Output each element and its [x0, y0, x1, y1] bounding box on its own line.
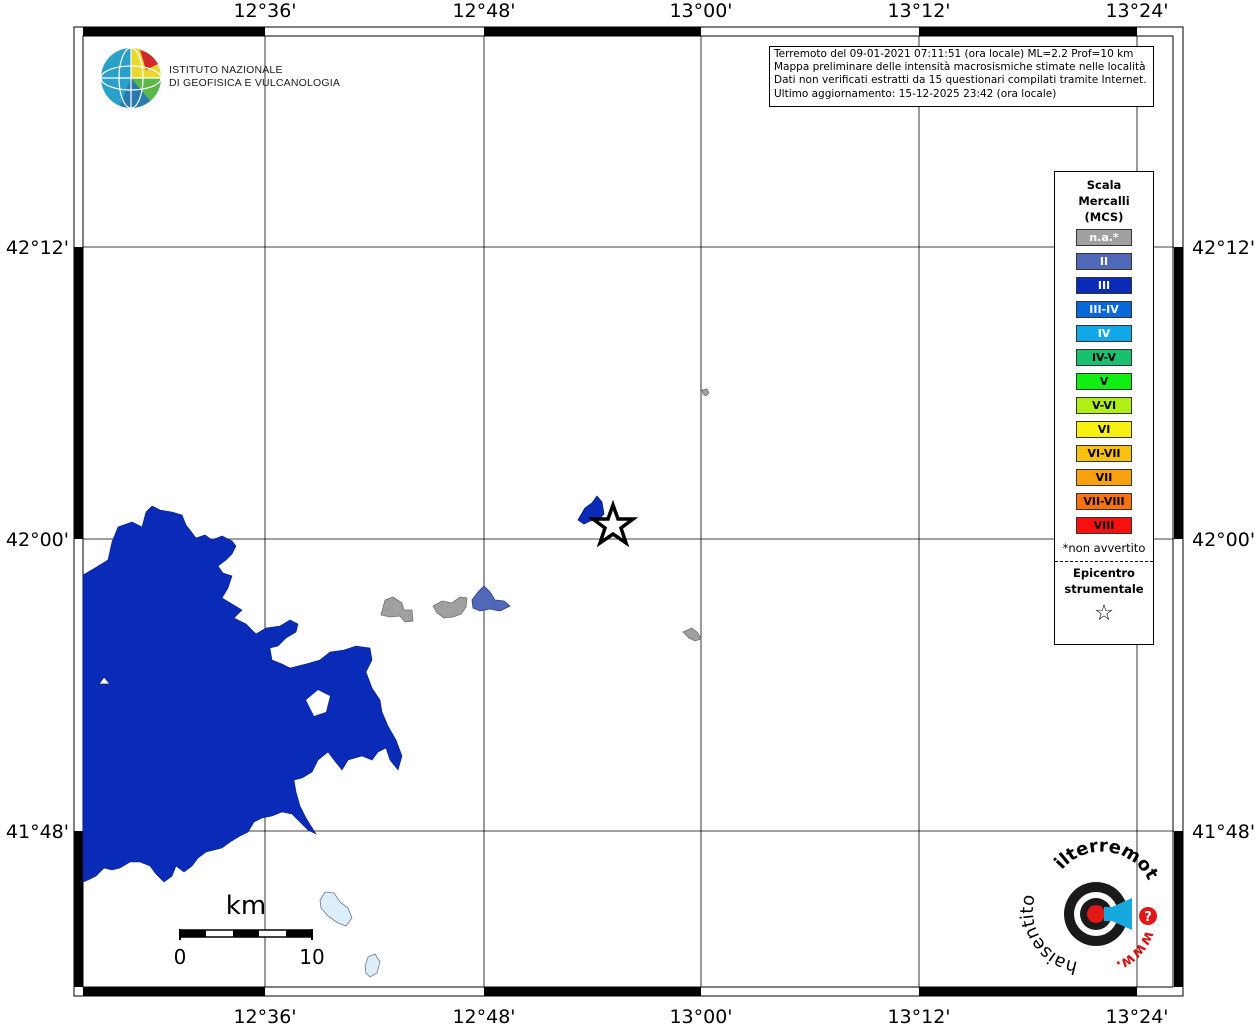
frame-border-bars	[74, 27, 1183, 996]
lon-label: 13°00'	[669, 1006, 732, 1024]
map-inner-frame	[82, 35, 1174, 988]
lat-label: 42°00'	[1192, 529, 1255, 551]
ingv-globe-icon	[100, 47, 162, 109]
lat-labels-right: 42°12' 42°00' 41°48'	[1192, 237, 1255, 843]
event-info-line: Mappa preliminare delle intensità macros…	[774, 61, 1146, 74]
epicenter-star-icon: ☆	[1094, 601, 1114, 626]
legend-item: III	[1076, 277, 1132, 294]
legend-epicenter-label: Epicentro strumentale	[1055, 565, 1153, 597]
legend-item: IV	[1076, 325, 1132, 342]
legend-item: IV-V	[1076, 349, 1132, 366]
legend-epicenter-line: strumentale	[1064, 582, 1144, 596]
locality-not-felt	[701, 388, 710, 397]
lon-label: 13°00'	[669, 0, 732, 22]
lat-label: 41°48'	[1192, 821, 1255, 843]
legend-item: n.a.*	[1076, 229, 1132, 246]
legend-item: VI-VII	[1076, 445, 1132, 462]
locality-intensity-ii	[471, 585, 511, 612]
lake	[319, 891, 353, 927]
lat-label: 42°12'	[6, 237, 69, 259]
lat-label: 41°48'	[6, 821, 69, 843]
lat-label: 42°00'	[6, 529, 69, 551]
legend-items: n.a.* II III III-IV IV IV-V V V-VI VI VI-VII VII VI…	[1055, 229, 1153, 534]
scale-bar-unit: km	[226, 891, 266, 921]
legend-item: VII	[1076, 469, 1132, 486]
event-info-line: Ultimo aggiornamento: 15-12-2025 23:42 (…	[774, 87, 1057, 100]
locality-not-felt	[432, 596, 468, 619]
legend-epicenter-line: Epicentro	[1073, 566, 1135, 580]
scale-bar-end: 10	[299, 945, 324, 969]
event-info-line: Dati non verificati estratti da 15 quest…	[774, 74, 1147, 87]
legend-item: VIII	[1076, 517, 1132, 534]
ingv-logo-text: ISTITUTO NAZIONALE DI GEOFISICA E VULCAN…	[169, 64, 340, 90]
lat-label: 42°12'	[1192, 237, 1255, 259]
scale-bar-start: 0	[174, 945, 187, 969]
legend-title-line: Mercalli	[1078, 194, 1130, 208]
legend-item: V-VI	[1076, 397, 1132, 414]
lake	[364, 953, 381, 978]
mcs-legend: Scala Mercalli (MCS) n.a.* II III III-IV IV I…	[1054, 171, 1154, 645]
ingv-logo-line2: DI GEOFISICA E VULCANOLOGIA	[169, 77, 341, 89]
ingv-logo-line1: ISTITUTO NAZIONALE	[169, 64, 283, 76]
legend-item: VII-VIII	[1076, 493, 1132, 510]
lat-labels-left: 42°12' 42°00' 41°48'	[6, 237, 69, 843]
badge-text-bottom: www.	[1113, 928, 1159, 975]
locality-not-felt	[682, 627, 702, 642]
legend-item: VI	[1076, 421, 1132, 438]
svg-text:?: ?	[1144, 910, 1152, 925]
legend-item: II	[1076, 253, 1132, 270]
lon-label: 12°36'	[233, 0, 296, 22]
lon-label: 13°12'	[887, 0, 950, 22]
legend-note: *non avvertito	[1062, 541, 1146, 555]
lon-label: 13°24'	[1105, 1006, 1168, 1024]
legend-item: III-IV	[1076, 301, 1132, 318]
event-info-line: Terremoto del 09-01-2021 07:11:51 (ora l…	[774, 48, 1134, 60]
lon-label: 12°48'	[452, 1006, 515, 1024]
lon-label: 13°12'	[887, 1006, 950, 1024]
lon-labels-top: 12°36' 12°48' 13°00' 13°12' 13°24'	[233, 0, 1168, 22]
question-mark-icon: ?	[1139, 907, 1157, 925]
scale-bar: km 0 10	[174, 891, 325, 969]
intensity-area-iii-large	[82, 505, 403, 883]
lon-label: 13°24'	[1105, 0, 1168, 22]
legend-title: Scala Mercalli (MCS)	[1055, 177, 1153, 225]
legend-title-line: Scala	[1086, 178, 1122, 192]
legend-divider	[1055, 561, 1153, 562]
locality-not-felt	[380, 596, 414, 623]
map-frame	[73, 26, 1184, 997]
legend-item: V	[1076, 373, 1132, 390]
graticule	[83, 36, 1174, 987]
lon-label: 12°48'	[452, 0, 515, 22]
event-info-box: Terremoto del 09-01-2021 07:11:51 (ora l…	[769, 46, 1154, 107]
lon-label: 12°36'	[233, 1006, 296, 1024]
legend-title-line: (MCS)	[1084, 210, 1124, 224]
lon-labels-bottom: 12°36' 12°48' 13°00' 13°12' 13°24'	[233, 1006, 1168, 1024]
